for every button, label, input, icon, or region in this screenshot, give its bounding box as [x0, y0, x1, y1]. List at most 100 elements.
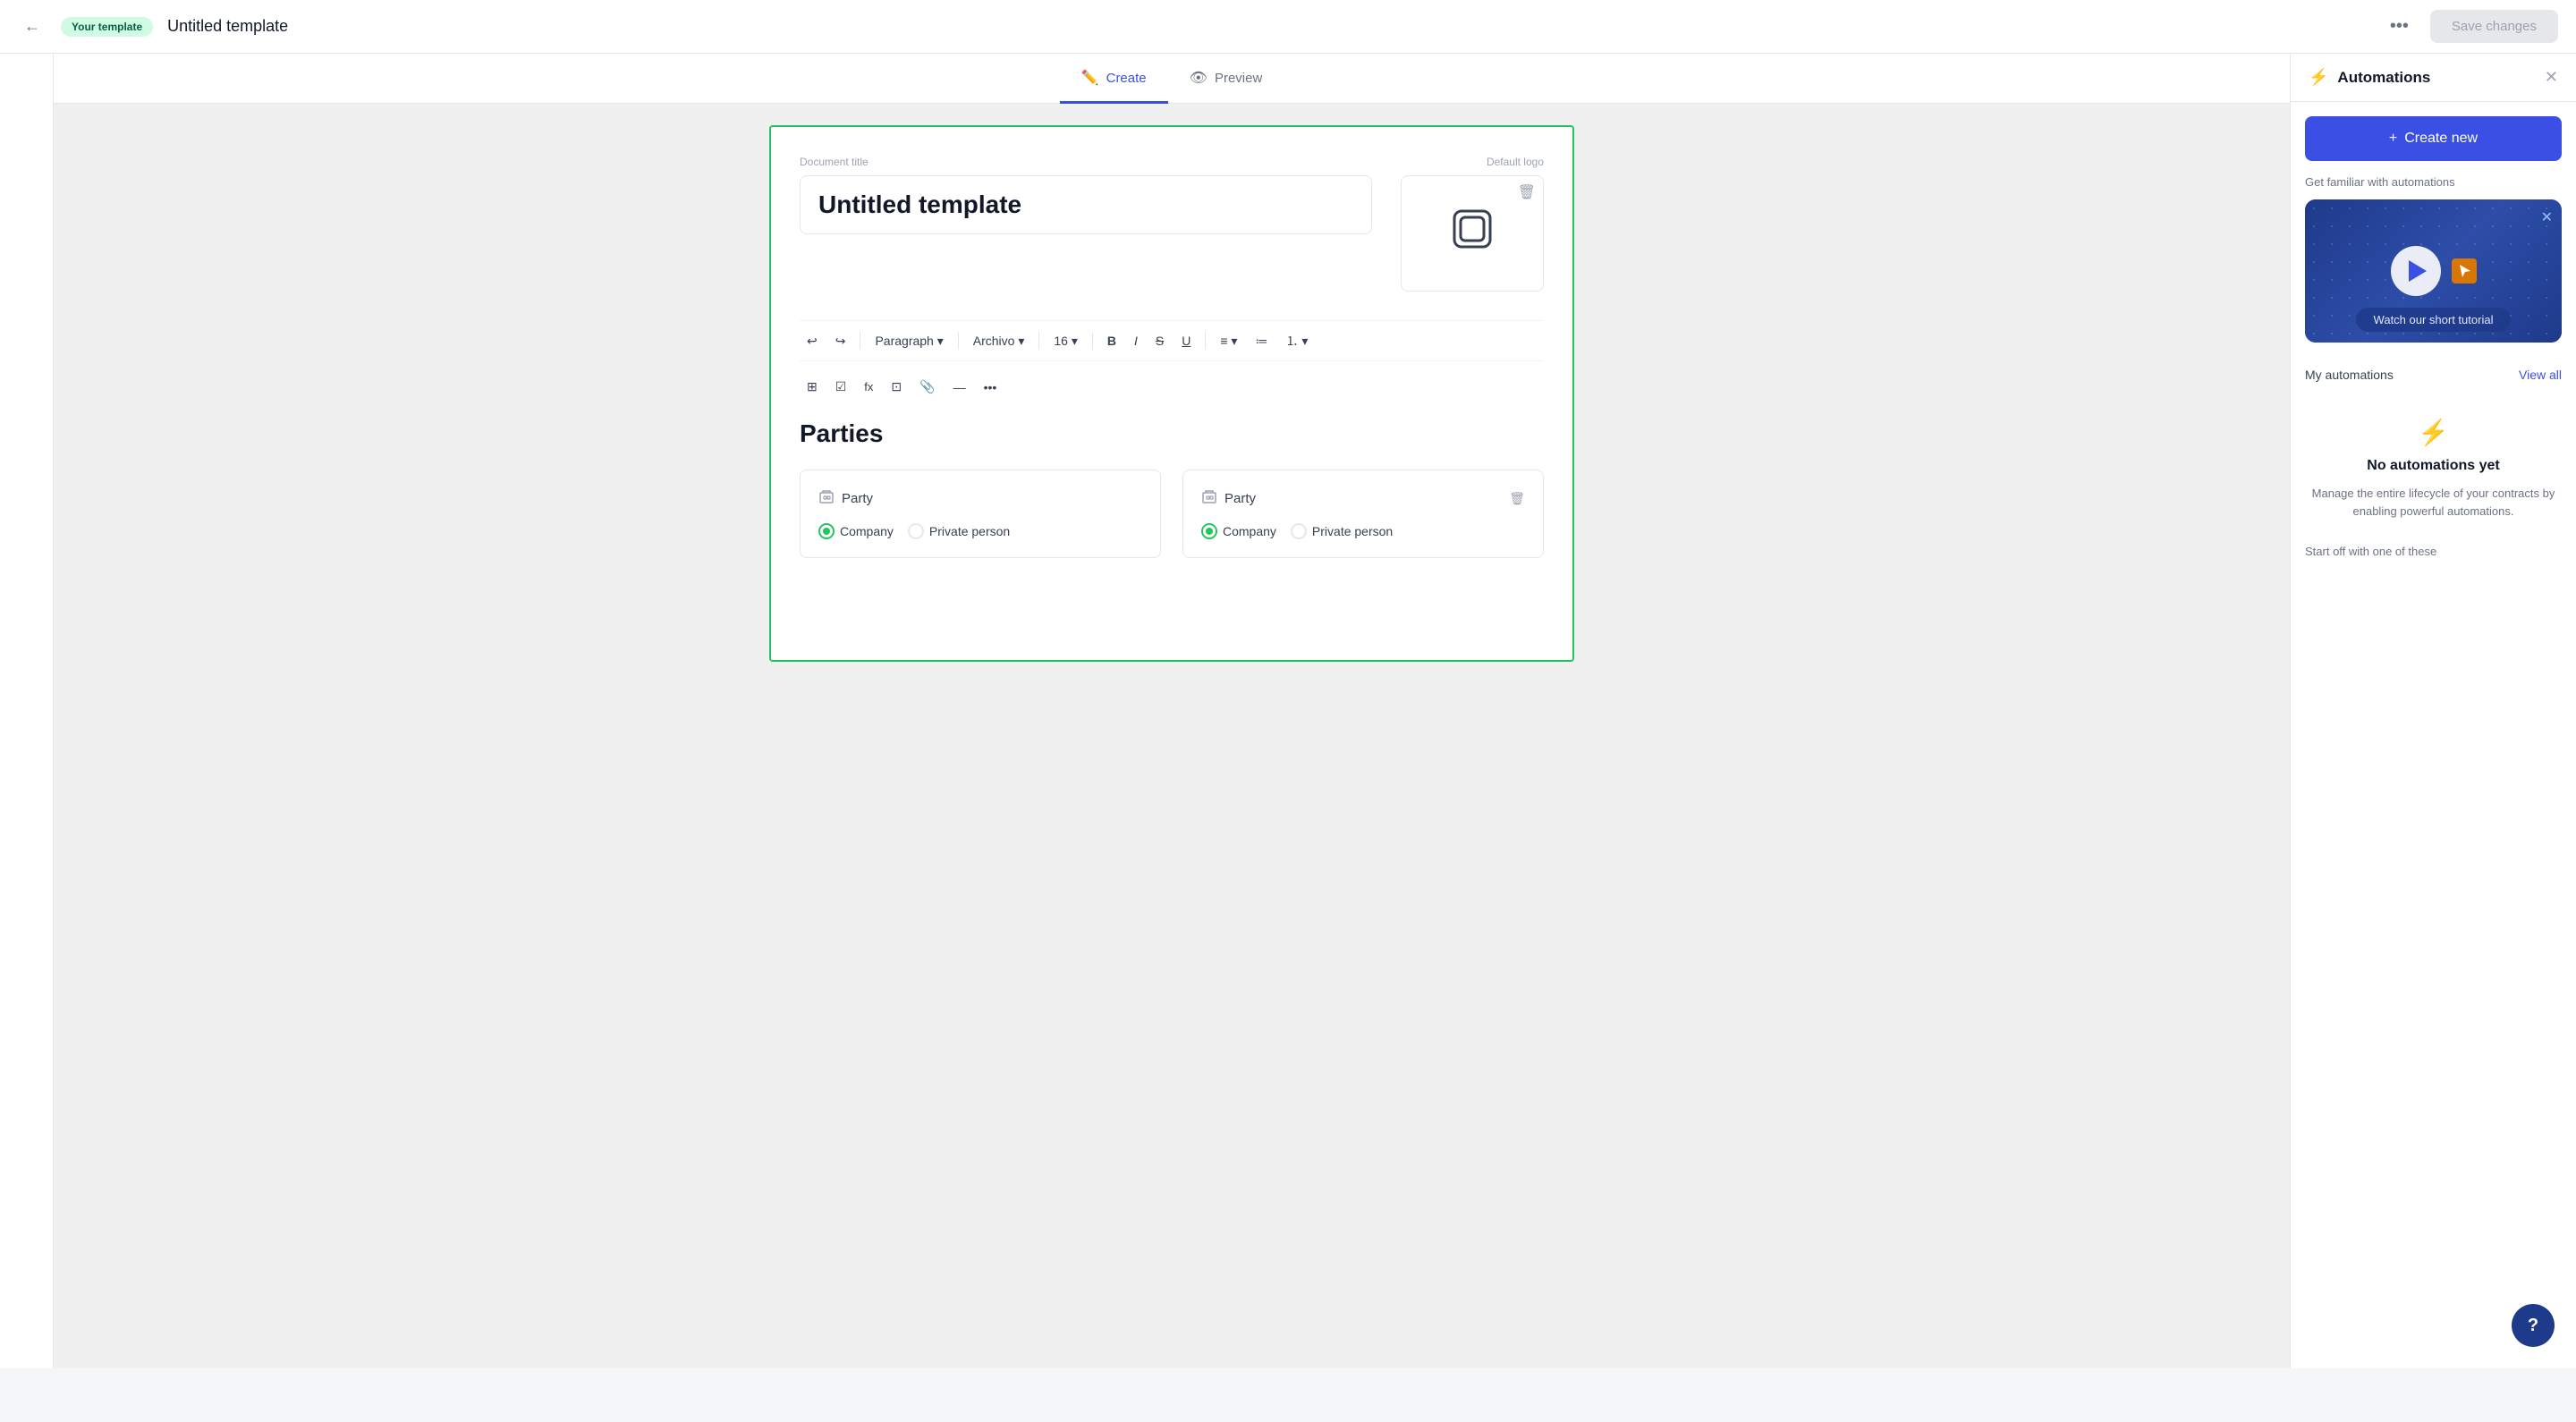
cursor-icon: [2452, 258, 2477, 284]
create-new-label: Create new: [2404, 131, 2478, 147]
my-automations-bar: My automations View all: [2291, 357, 2576, 389]
parties-row: Party Company Private person: [800, 470, 1544, 558]
tutorial-section: Get familiar with automations ✕ Watch ou…: [2291, 175, 2576, 357]
familiar-label: Get familiar with automations: [2305, 175, 2562, 189]
party-card-1-header: Party: [818, 488, 1142, 509]
right-panel: ⚡ Automations ✕ + Create new Get familia…: [2290, 54, 2576, 1368]
party-1-radio-group: Company Private person: [818, 523, 1142, 539]
tab-preview[interactable]: 👁 Preview: [1168, 55, 1284, 104]
party-building-icon-1: [818, 488, 835, 509]
more-options-button[interactable]: •••: [2383, 13, 2416, 40]
document-title: Untitled template: [167, 17, 2368, 36]
create-new-button[interactable]: + Create new: [2305, 116, 2562, 161]
back-button[interactable]: ←: [18, 13, 47, 41]
play-triangle-icon: [2409, 260, 2427, 282]
template-badge: Your template: [61, 17, 153, 37]
table-button[interactable]: ⊡: [884, 376, 909, 398]
doc-title-section: Document title: [800, 156, 1372, 292]
divider-button[interactable]: —: [946, 377, 973, 398]
no-automations-icon: ⚡: [2418, 418, 2449, 447]
tab-preview-label: Preview: [1215, 71, 1262, 86]
logo-icon: [1450, 207, 1495, 260]
no-automations-title: No automations yet: [2367, 458, 2499, 474]
create-new-plus-icon: +: [2389, 131, 2397, 147]
align-dropdown[interactable]: ≡ ▾: [1213, 330, 1244, 352]
underline-button[interactable]: U: [1174, 330, 1198, 351]
party-2-company-option[interactable]: Company: [1201, 523, 1276, 539]
eye-icon: 👁: [1190, 69, 1208, 87]
more-toolbar-button[interactable]: •••: [977, 377, 1004, 398]
party-card-2: Party 🗑 Company Private pers: [1182, 470, 1544, 558]
party-1-company-radio[interactable]: [818, 523, 835, 539]
formula-button[interactable]: fx: [857, 377, 880, 397]
my-automations-label: My automations: [2305, 368, 2394, 382]
redo-button[interactable]: ↪: [828, 330, 853, 352]
font-size-dropdown[interactable]: 16 ▾: [1046, 330, 1085, 352]
view-all-link[interactable]: View all: [2519, 368, 2562, 382]
parties-section-title: Parties: [800, 419, 1544, 448]
right-panel-header: ⚡ Automations ✕: [2291, 54, 2576, 102]
left-sidebar: [0, 54, 54, 1368]
doc-header: Document title Default logo 🗑: [800, 156, 1544, 292]
party-1-private-radio[interactable]: [908, 523, 924, 539]
tabs-bar: ✏️ Create 👁 Preview: [54, 54, 2290, 104]
play-button-area: [2391, 246, 2477, 296]
doc-content: Parties Party: [800, 405, 1544, 572]
topbar: ← Your template Untitled template ••• Sa…: [0, 0, 2576, 54]
main-layout: ✏️ Create 👁 Preview Document title Defau…: [0, 54, 2576, 1368]
party-2-company-label: Company: [1223, 524, 1276, 538]
no-automations-desc: Manage the entire lifecycle of your cont…: [2309, 485, 2558, 520]
party-card-1: Party Company Private person: [800, 470, 1161, 558]
bullets-button[interactable]: ≔: [1248, 330, 1275, 352]
automations-title: Automations: [2337, 69, 2535, 87]
font-dropdown[interactable]: Archivo ▾: [966, 330, 1032, 352]
block-button[interactable]: ⊞: [800, 376, 825, 398]
doc-logo-label: Default logo: [1401, 156, 1544, 168]
doc-title-input[interactable]: [800, 175, 1372, 234]
party-2-private-label: Private person: [1312, 524, 1393, 538]
checkbox-button[interactable]: ☑: [828, 376, 854, 398]
party-1-company-option[interactable]: Company: [818, 523, 894, 539]
numbered-list-dropdown[interactable]: ⒈ ▾: [1278, 328, 1315, 353]
party-building-icon-2: [1201, 488, 1217, 509]
save-changes-button[interactable]: Save changes: [2430, 10, 2558, 43]
start-off-label: Start off with one of these: [2291, 537, 2576, 562]
help-button[interactable]: ?: [2512, 1304, 2555, 1347]
close-panel-button[interactable]: ✕: [2545, 68, 2558, 87]
party-2-trash-icon[interactable]: 🗑: [1509, 491, 1525, 506]
close-tutorial-button[interactable]: ✕: [2541, 208, 2553, 226]
paragraph-dropdown[interactable]: Paragraph ▾: [868, 330, 950, 352]
toolbar-separator: [1205, 332, 1206, 350]
attach-button[interactable]: 📎: [912, 376, 942, 398]
party-card-2-header: Party 🗑: [1201, 488, 1525, 509]
doc-logo-box: 🗑: [1401, 175, 1544, 292]
logo-trash-icon[interactable]: 🗑: [1518, 183, 1536, 201]
party-2-title: Party: [1224, 491, 1502, 506]
party-1-company-label: Company: [840, 524, 894, 538]
party-2-private-option[interactable]: Private person: [1291, 523, 1393, 539]
automations-lightning-icon: ⚡: [2309, 68, 2328, 87]
bold-button[interactable]: B: [1100, 330, 1123, 351]
toolbar-separator: [1092, 332, 1093, 350]
strikethrough-button[interactable]: S: [1148, 330, 1171, 351]
party-2-radio-group: Company Private person: [1201, 523, 1525, 539]
doc-logo-section: Default logo 🗑: [1401, 156, 1544, 292]
tutorial-video-area[interactable]: ✕ Watch our short tutorial: [2305, 199, 2562, 343]
no-automations-section: ⚡ No automations yet Manage the entire l…: [2291, 389, 2576, 537]
toolbar-separator: [1038, 332, 1039, 350]
party-2-private-radio[interactable]: [1291, 523, 1307, 539]
party-2-company-radio[interactable]: [1201, 523, 1217, 539]
tab-create-label: Create: [1106, 71, 1147, 86]
doc-title-label: Document title: [800, 156, 1372, 168]
play-button[interactable]: [2391, 246, 2441, 296]
party-1-private-option[interactable]: Private person: [908, 523, 1010, 539]
editor-container: Document title Default logo 🗑: [769, 125, 1574, 662]
toolbar-separator: [958, 332, 959, 350]
watch-tutorial-label[interactable]: Watch our short tutorial: [2356, 308, 2512, 332]
party-1-private-label: Private person: [929, 524, 1010, 538]
undo-button[interactable]: ↩: [800, 330, 825, 352]
tab-create[interactable]: ✏️ Create: [1060, 55, 1168, 104]
party-1-title: Party: [842, 491, 1142, 506]
italic-button[interactable]: I: [1127, 330, 1145, 351]
toolbar-row2: ⊞ ☑ fx ⊡ 📎 — •••: [800, 368, 1544, 405]
